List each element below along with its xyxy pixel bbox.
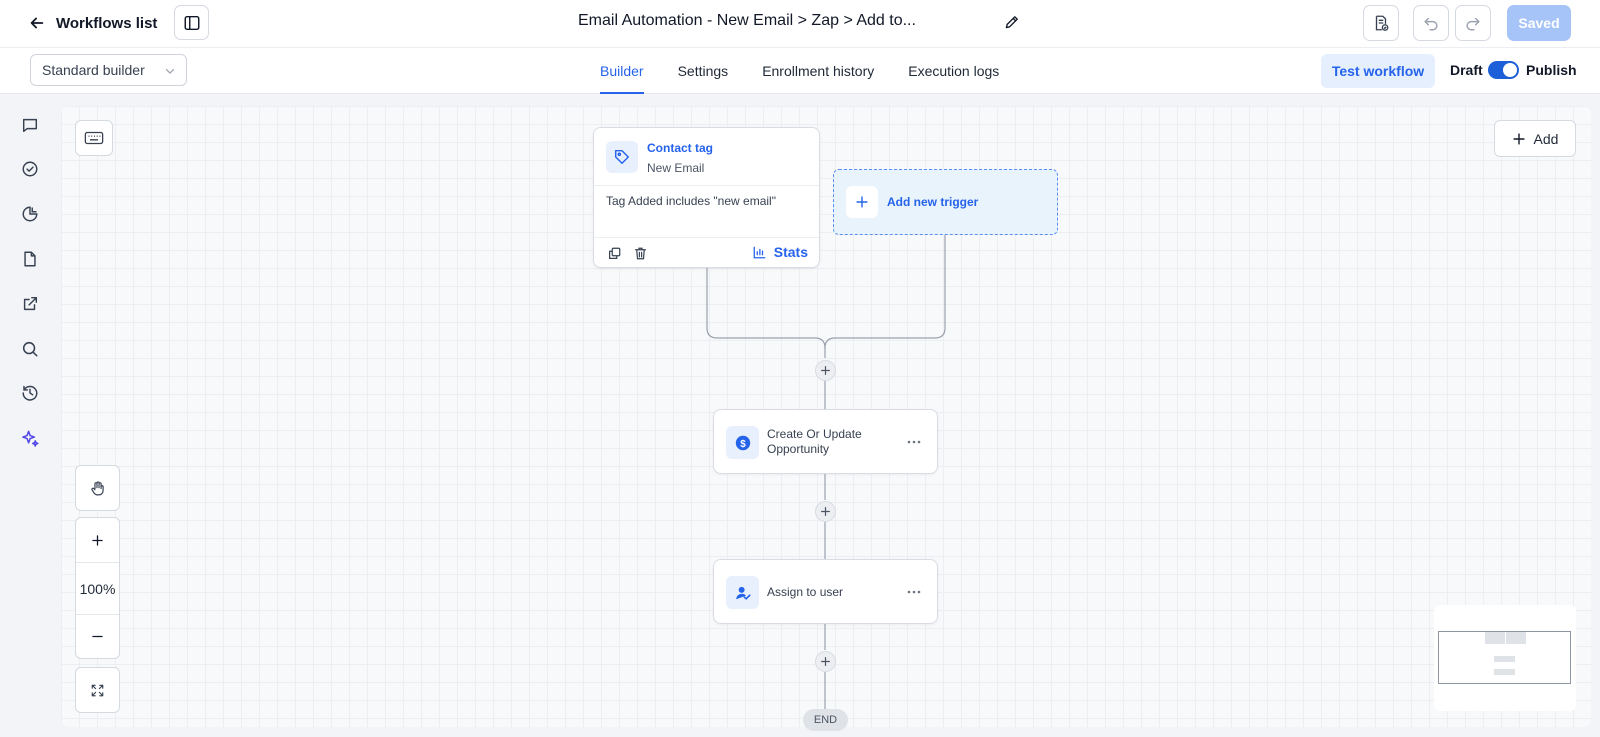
plus-icon: [846, 186, 878, 218]
history-icon[interactable]: [19, 382, 41, 404]
document-check-icon: [1375, 15, 1389, 31]
dollar-icon: $: [726, 426, 759, 459]
stats-button[interactable]: Stats: [752, 244, 808, 260]
check-circle-icon[interactable]: [19, 158, 41, 180]
zoom-out-button[interactable]: [76, 614, 119, 658]
action-label: Create Or Update Opportunity: [767, 427, 862, 456]
add-button-label: Add: [1533, 130, 1559, 147]
sparkle-icon[interactable]: [19, 427, 41, 449]
builder-toolbar: Standard builder Builder Settings Enroll…: [0, 48, 1600, 94]
trash-icon[interactable]: [632, 245, 648, 261]
plus-icon: [821, 657, 830, 666]
zoom-in-button[interactable]: [76, 518, 119, 562]
stats-label: Stats: [773, 244, 808, 260]
minimap-node: [1485, 632, 1505, 644]
builder-type-value: Standard builder: [42, 62, 145, 78]
expand-icon: [76, 668, 119, 712]
keyboard-icon: [84, 131, 104, 145]
edit-title-button[interactable]: [1002, 12, 1022, 32]
pencil-icon: [1005, 16, 1018, 29]
external-link-icon[interactable]: [19, 293, 41, 315]
undo-button[interactable]: [1413, 5, 1449, 41]
chat-icon[interactable]: [19, 114, 41, 136]
add-new-trigger-button[interactable]: Add new trigger: [833, 169, 1058, 235]
trigger-node-contact-tag[interactable]: Contact tag New Email Tag Added includes…: [593, 127, 820, 268]
workflow-title: Email Automation - New Email > Zap > Add…: [578, 12, 916, 29]
undo-icon: [1424, 17, 1438, 31]
add-step-button[interactable]: [815, 360, 836, 381]
left-rail: [0, 94, 60, 737]
plus-icon: [821, 366, 830, 375]
minimap[interactable]: [1434, 605, 1576, 711]
zoom-controls: 100%: [75, 517, 120, 659]
copy-icon[interactable]: [606, 245, 622, 261]
action-node-assign-to-user[interactable]: Assign to user: [713, 559, 938, 624]
minimap-node: [1494, 656, 1515, 662]
bar-chart-icon: [753, 246, 766, 258]
tab-enrollment-history[interactable]: Enrollment history: [762, 48, 874, 94]
redo-icon: [1466, 17, 1480, 31]
hand-icon: [76, 466, 119, 510]
tag-icon: [606, 141, 638, 173]
sidebar-toggle-button[interactable]: [174, 5, 209, 40]
more-options-icon[interactable]: [905, 584, 923, 600]
minimap-node: [1506, 632, 1526, 644]
search-icon[interactable]: [19, 338, 41, 360]
redo-button[interactable]: [1455, 5, 1491, 41]
chevron-down-icon: [165, 68, 175, 74]
minus-icon: [92, 635, 103, 638]
workflow-notes-button[interactable]: [1363, 5, 1399, 41]
workflow-tabs: Builder Settings Enrollment history Exec…: [600, 48, 999, 94]
add-button[interactable]: Add: [1494, 120, 1576, 157]
trigger-title: Contact tag: [647, 141, 713, 155]
back-to-workflows-link[interactable]: Workflows list: [28, 10, 157, 36]
add-new-trigger-label: Add new trigger: [887, 195, 979, 209]
plus-icon: [1512, 132, 1525, 145]
document-icon[interactable]: [19, 248, 41, 270]
minimap-node: [1494, 669, 1515, 675]
pie-chart-icon[interactable]: [19, 203, 41, 225]
pan-mode-button[interactable]: [75, 465, 120, 511]
more-options-icon[interactable]: [905, 434, 923, 450]
saved-button[interactable]: Saved: [1507, 5, 1571, 41]
publish-label: Publish: [1526, 62, 1577, 78]
plus-icon: [821, 507, 830, 516]
end-node: END: [803, 709, 848, 731]
action-node-create-or-update-opportunity[interactable]: $ Create Or Update Opportunity: [713, 409, 938, 474]
add-step-button[interactable]: [815, 501, 836, 522]
trigger-filter-text: Tag Added includes "new email": [594, 186, 819, 238]
publish-toggle[interactable]: [1488, 61, 1519, 79]
keyboard-shortcuts-button[interactable]: [75, 120, 113, 156]
tab-settings[interactable]: Settings: [678, 48, 729, 94]
user-assign-icon: [726, 576, 759, 609]
add-step-button[interactable]: [815, 651, 836, 672]
trigger-subtitle: New Email: [647, 161, 705, 175]
builder-type-select[interactable]: Standard builder: [30, 54, 187, 86]
tab-execution-logs[interactable]: Execution logs: [908, 48, 999, 94]
tab-builder[interactable]: Builder: [600, 48, 644, 94]
back-label: Workflows list: [56, 14, 158, 32]
trigger-header: Contact tag New Email: [594, 128, 819, 186]
arrow-left-icon: [30, 17, 44, 29]
trigger-footer: Stats: [594, 238, 819, 268]
svg-text:$: $: [740, 438, 746, 449]
sidebar-icon: [184, 15, 199, 30]
test-workflow-button[interactable]: Test workflow: [1321, 54, 1435, 88]
fit-view-button[interactable]: [75, 667, 120, 713]
draft-label: Draft: [1450, 62, 1483, 78]
zoom-level: 100%: [76, 562, 119, 614]
top-bar: Workflows list Email Automation - New Em…: [0, 0, 1600, 48]
action-label: Assign to user: [767, 585, 844, 599]
plus-icon: [92, 534, 103, 546]
